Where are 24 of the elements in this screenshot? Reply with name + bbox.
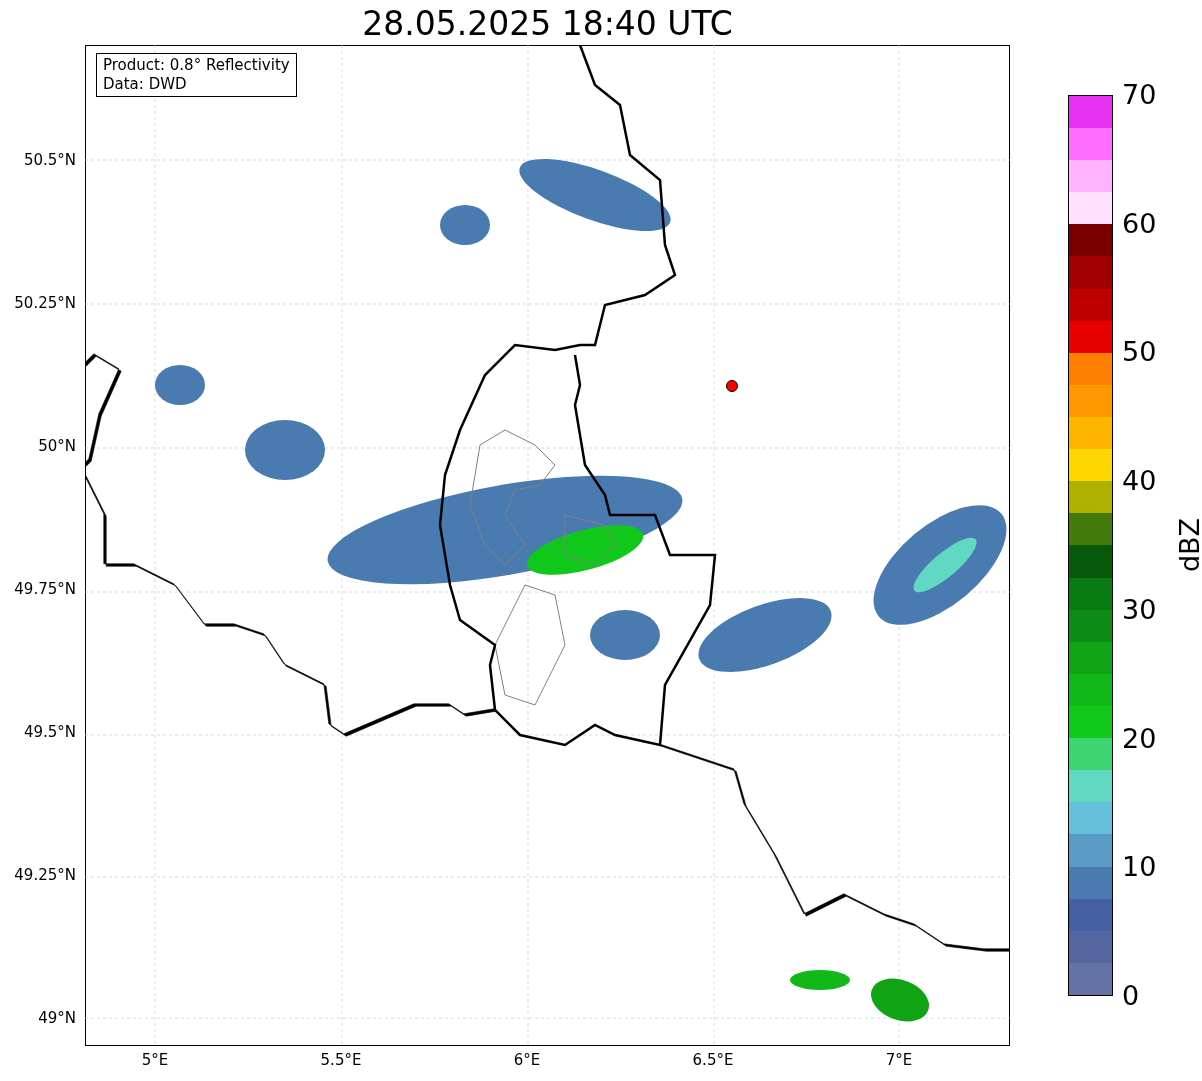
colorbar-tick-label: 20 [1122, 723, 1157, 754]
longitude-label: 6°E [512, 1051, 542, 1069]
longitude-label: 5°E [140, 1051, 170, 1069]
colorbar-tick-label: 10 [1122, 852, 1157, 883]
latitude-label: 49°N [38, 1009, 76, 1027]
latitude-label: 50.25°N [14, 294, 76, 312]
longitude-label: 6.5°E [691, 1051, 735, 1069]
chart-title: 28.05.2025 18:40 UTC [361, 3, 734, 45]
colorbar-tick-label: 60 [1122, 208, 1157, 239]
colorbar-tick-label: 40 [1122, 466, 1157, 497]
longitude-label: 7°E [884, 1051, 914, 1069]
colorbar-tick-label: 70 [1122, 80, 1157, 110]
colorbar-tick-label: 30 [1122, 594, 1157, 625]
latitude-label: 49.5°N [23, 723, 76, 741]
colorbar-tick-label: 50 [1122, 337, 1157, 368]
longitude-label: 5.5°E [319, 1051, 363, 1069]
latitude-label: 49.75°N [14, 580, 76, 598]
latitude-label: 50.5°N [23, 151, 76, 169]
colorbar-tick-label: 0 [1122, 981, 1140, 1011]
latitude-label: 50°N [38, 437, 76, 455]
info-line: Data: DWD [103, 75, 188, 94]
colorbar-label: dBZ [1175, 517, 1202, 573]
info-line: Product: 0.8° Reflectivity [103, 56, 290, 75]
latitude-label: 49.25°N [14, 866, 76, 884]
